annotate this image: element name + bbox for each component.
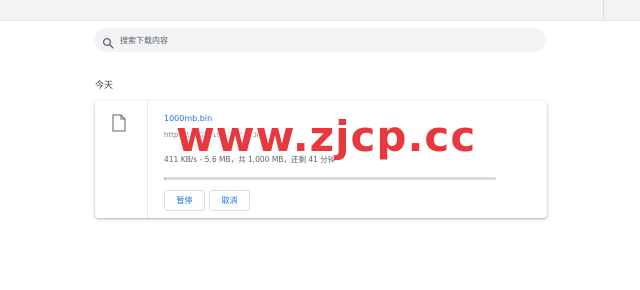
file-icon [112,114,126,132]
search-input[interactable] [120,31,520,49]
search-bar[interactable] [94,28,546,52]
top-bar-divider [603,0,604,20]
search-icon[interactable] [102,34,114,49]
cancel-button[interactable]: 取消 [209,190,250,211]
section-date-heading: 今天 [95,81,114,91]
card-divider [147,101,148,218]
download-progress-fill [164,177,166,180]
browser-top-bar [0,0,640,21]
pause-button[interactable]: 暂停 [164,190,205,211]
download-progress-bar [164,177,496,180]
watermark-text: www.zjcp.cc [176,112,477,161]
